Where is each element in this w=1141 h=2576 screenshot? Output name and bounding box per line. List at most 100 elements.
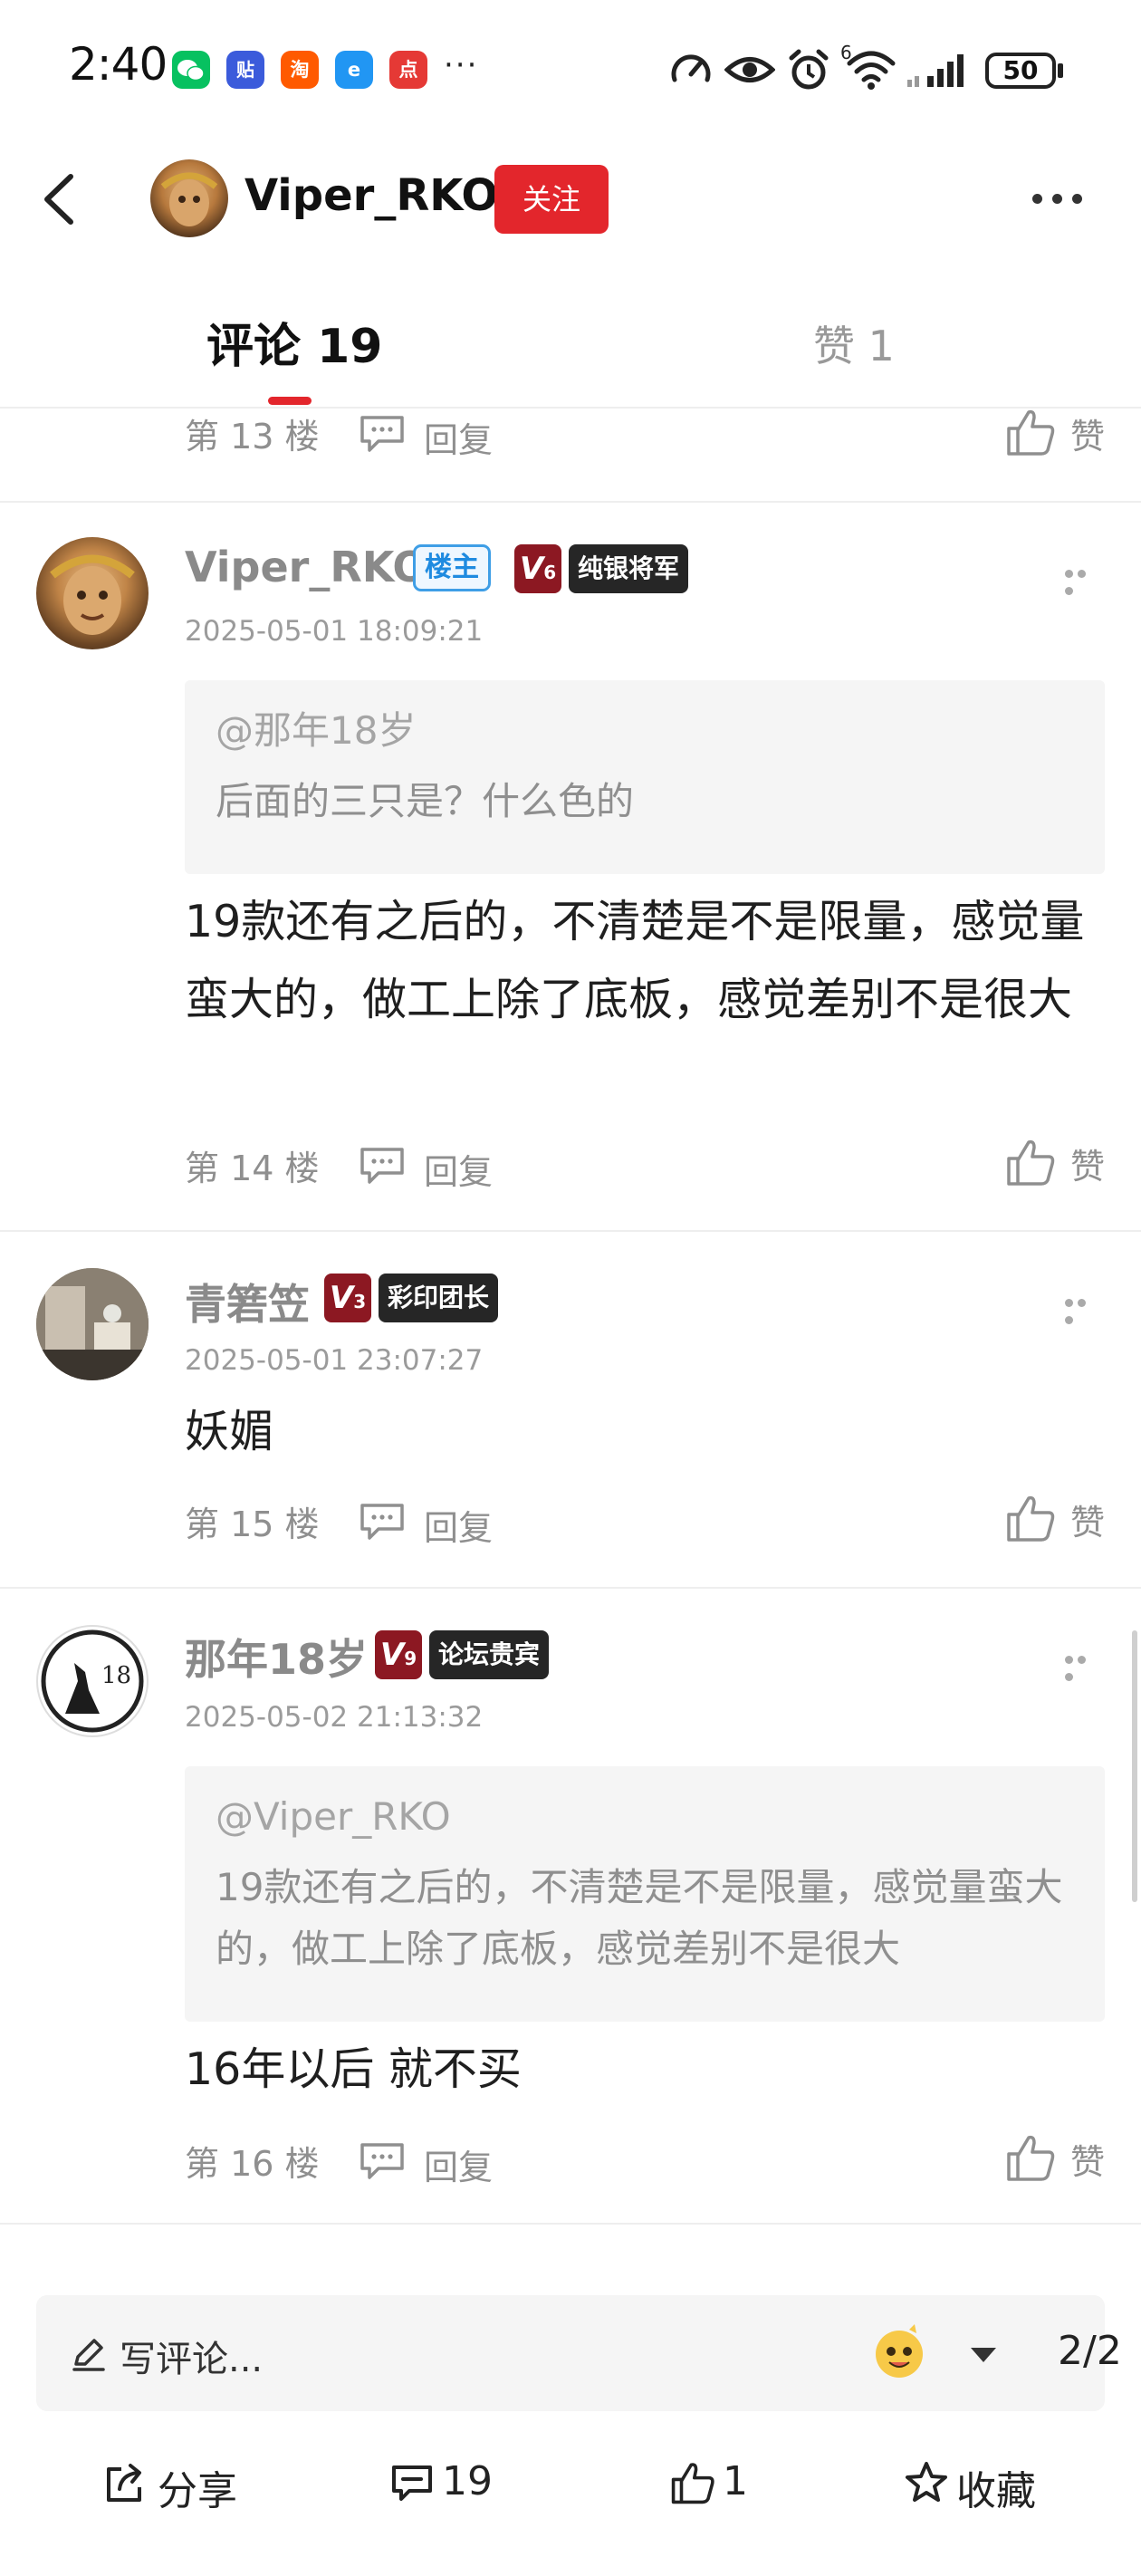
caret-down-icon[interactable]: [967, 2344, 1000, 2366]
owner-badge: 楼主: [413, 544, 491, 591]
reply-label: 回复: [424, 420, 494, 460]
thumbs-up-icon: [1007, 409, 1055, 456]
comment-item-floor-16: 18 那年18岁 V9 论坛贵宾 2025-05-02 21:13:32 @Vi…: [0, 1589, 1141, 2223]
pencil-icon: [72, 2339, 105, 2371]
reply-icon: [360, 1148, 404, 1184]
floor-number: 第 14 楼: [185, 1149, 320, 1188]
tab-comments[interactable]: 评论 19: [206, 308, 382, 376]
status-bar: 2:40 贴 淘 e 点 ··· 6 50: [0, 0, 1141, 136]
comment-username[interactable]: 那年18岁: [185, 1627, 368, 1687]
alarm-icon: [789, 49, 829, 90]
thumbs-up-icon: [671, 2463, 714, 2504]
quoted-username: @Viper_RKO: [216, 1794, 451, 1839]
reply-icon: [360, 2143, 404, 2179]
comment-timestamp: 2025-05-01 18:09:21: [185, 615, 484, 648]
level-badge: V9: [375, 1630, 422, 1679]
comment-username[interactable]: 青箬笠: [185, 1272, 310, 1331]
like-count: 1: [723, 2458, 748, 2504]
quoted-comment[interactable]: @那年18岁 后面的三只是？什么色的: [185, 680, 1105, 874]
comment-username[interactable]: Viper_RKO: [185, 543, 427, 591]
comment-more-icon[interactable]: [1065, 564, 1101, 595]
scrollbar[interactable]: [1132, 1630, 1137, 1902]
tab-likes[interactable]: 赞 1: [813, 313, 895, 373]
browser-icon: e: [335, 51, 373, 89]
tab-bar: 评论 19 赞 1: [0, 290, 1141, 408]
comment-input[interactable]: 写评论... 2/2: [36, 2295, 1122, 2411]
avatar[interactable]: [36, 537, 149, 649]
tieba-icon: 贴: [226, 51, 264, 89]
wifi-icon: [847, 51, 896, 90]
title-badge: 论坛贵宾: [429, 1630, 550, 1679]
comments-count: 19: [442, 2458, 493, 2504]
comment-timestamp: 2025-05-01 23:07:27: [185, 1344, 484, 1377]
comment-more-icon[interactable]: [1065, 1650, 1101, 1681]
reply-label: 回复: [424, 1508, 494, 1548]
wechat-icon: [172, 51, 210, 89]
share-button[interactable]: 分享: [101, 2453, 255, 2516]
follow-button[interactable]: 关注: [494, 165, 609, 234]
comment-text: 妖媚: [185, 1406, 274, 1457]
reply-label: 回复: [424, 2148, 494, 2187]
share-label: 分享: [158, 2468, 237, 2514]
battery-icon: 50: [985, 53, 1056, 89]
more-options-icon[interactable]: [1032, 190, 1105, 208]
like-label: 赞: [1070, 2142, 1106, 2182]
comment-divider: [0, 2223, 1141, 2225]
share-icon: [107, 2464, 141, 2502]
status-time: 2:40: [69, 38, 168, 91]
title-badge: 彩印团长: [379, 1274, 499, 1322]
svg-text:18: 18: [101, 1662, 131, 1689]
floor-number: 第 16 楼: [185, 2144, 320, 2184]
quoted-comment[interactable]: @Viper_RKO 19款还有之后的，不清楚是不是限量，感觉量蛮大的，做工上除…: [185, 1766, 1105, 2022]
thumbs-up-icon: [1007, 2135, 1055, 2181]
like-label: 赞: [1070, 417, 1106, 457]
star-icon: [906, 2462, 947, 2502]
battery-cap: [1058, 63, 1063, 78]
like-count-button[interactable]: 1: [670, 2453, 761, 2516]
like-label: 赞: [1070, 1147, 1106, 1187]
comment-text: 19款还有之后的，不清楚是不是限量，感觉量蛮大的，做工上除了底板，感觉差别不是很…: [185, 896, 1085, 1025]
comment-placeholder: 写评论...: [120, 2339, 264, 2380]
quoted-username: @那年18岁: [216, 708, 417, 753]
like-label: 赞: [1070, 1503, 1106, 1543]
floor-number: 第 15 楼: [185, 1504, 320, 1544]
author-avatar[interactable]: [150, 159, 228, 237]
comment-item-floor-14: Viper_RKO 楼主 V6 纯银将军 2025-05-01 18:09:21…: [0, 503, 1141, 1227]
floor-number: 第 13 楼: [185, 417, 320, 457]
signal-icon: [907, 54, 964, 87]
comment-icon: [392, 2465, 432, 2501]
comment-text: 16年以后 就不买: [185, 2043, 522, 2095]
bottom-bar: 写评论... 2/2 分享 19 1 收藏: [0, 2254, 1141, 2576]
level-badge: V6: [514, 544, 561, 593]
overflow-notification-icon: ···: [444, 47, 479, 83]
quoted-text: 19款还有之后的，不清楚是不是限量，感觉量蛮大的，做工上除了底板，感觉差别不是很…: [216, 1865, 1063, 1971]
comment-item-floor-15: 青箬笠 V3 彩印团长 2025-05-01 23:07:27 妖媚 第 15 …: [0, 1232, 1141, 1585]
thumbs-up-icon: [1007, 1139, 1055, 1186]
taobao-icon: 淘: [281, 51, 319, 89]
tab-active-indicator: [268, 397, 312, 405]
title-badge: 纯银将军: [569, 544, 689, 593]
reply-label: 回复: [424, 1152, 494, 1192]
collect-label: 收藏: [956, 2468, 1036, 2514]
eye-icon: [724, 57, 775, 82]
level-badge: V3: [324, 1274, 371, 1322]
thumbs-up-icon: [1007, 1495, 1055, 1542]
comment-timestamp: 2025-05-02 21:13:32: [185, 1701, 484, 1734]
page-indicator[interactable]: 2/2: [1058, 2328, 1122, 2374]
avatar[interactable]: [36, 1268, 149, 1380]
emoji-icon[interactable]: [869, 2322, 929, 2382]
avatar[interactable]: 18: [36, 1625, 149, 1737]
reply-icon: [360, 1504, 404, 1540]
quoted-text: 后面的三只是？什么色的: [216, 779, 635, 823]
reply-icon: [360, 416, 404, 452]
back-button[interactable]: [36, 168, 91, 231]
comments-count-button[interactable]: 19: [389, 2453, 507, 2516]
action-bar: 分享 19 1 收藏: [0, 2453, 1141, 2543]
post-header: Viper_RKO 关注: [0, 136, 1141, 263]
comment-item-floor-13: 第 13 楼 回复 赞: [0, 409, 1141, 499]
dianping-icon: 点: [389, 51, 427, 89]
author-name[interactable]: Viper_RKO: [244, 170, 498, 221]
comment-more-icon[interactable]: [1065, 1293, 1101, 1324]
speedometer-icon: [671, 54, 711, 82]
collect-button[interactable]: 收藏: [904, 2453, 1058, 2516]
